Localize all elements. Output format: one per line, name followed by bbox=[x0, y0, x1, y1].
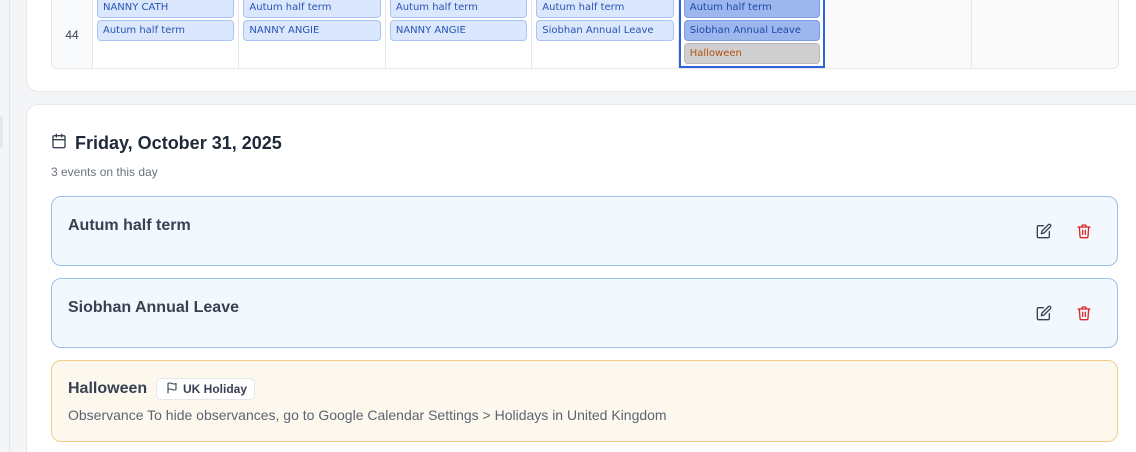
calendar-event-chip[interactable]: Siobhan Annual Leave bbox=[536, 20, 674, 41]
calendar-event-chip[interactable]: Autum half term bbox=[389, 0, 528, 18]
badge-label: UK Holiday bbox=[183, 382, 248, 396]
flag-icon bbox=[166, 381, 178, 397]
day-cell-mon[interactable]: NANNY CATH Autum half term bbox=[93, 0, 240, 68]
calendar-event-chip[interactable]: Autum half term bbox=[683, 0, 821, 18]
event-title: Autum half term bbox=[68, 217, 191, 234]
day-cell-sat[interactable] bbox=[825, 0, 972, 68]
event-description: Observance To hide observances, go to Go… bbox=[68, 407, 667, 423]
event-card[interactable]: Siobhan Annual Leave bbox=[51, 278, 1118, 348]
day-cell-wed[interactable]: Autum half term NANNY ANGIE bbox=[386, 0, 533, 68]
rail-handle[interactable] bbox=[0, 116, 3, 148]
day-cell-thu[interactable]: Autum half term Siobhan Annual Leave bbox=[532, 0, 679, 68]
edit-icon[interactable] bbox=[1035, 222, 1053, 240]
trash-icon[interactable] bbox=[1075, 304, 1093, 322]
calendar-event-chip[interactable]: NANNY ANGIE bbox=[243, 20, 381, 41]
left-rail bbox=[0, 0, 10, 452]
calendar-card: 44 NANNY CATH Autum half term Autum half… bbox=[26, 0, 1136, 92]
event-title: Siobhan Annual Leave bbox=[68, 299, 239, 316]
event-actions bbox=[1035, 304, 1093, 322]
day-title: Friday, October 31, 2025 bbox=[75, 133, 282, 153]
week-number: 44 bbox=[52, 0, 93, 68]
calendar-holiday-chip[interactable]: Halloween bbox=[683, 43, 821, 64]
event-title: Halloween bbox=[68, 380, 148, 397]
week-row: 44 NANNY CATH Autum half term Autum half… bbox=[51, 0, 1119, 69]
calendar-event-chip[interactable]: Autum half term bbox=[96, 20, 235, 41]
day-cell-sun[interactable] bbox=[971, 0, 1118, 68]
calendar-event-chip[interactable]: Siobhan Annual Leave bbox=[683, 20, 821, 41]
calendar-event-chip[interactable]: Autum half term bbox=[536, 0, 674, 18]
event-card[interactable]: Autum half term bbox=[51, 196, 1118, 266]
calendar-icon bbox=[51, 133, 67, 154]
calendar-event-chip[interactable]: NANNY CATH bbox=[96, 0, 235, 18]
holiday-event-card[interactable]: Halloween UK Holiday Observance To hide … bbox=[51, 360, 1118, 442]
event-actions bbox=[1035, 222, 1093, 240]
day-detail-card: Friday, October 31, 2025 3 events on thi… bbox=[26, 104, 1136, 452]
day-cell-tue[interactable]: Autum half term NANNY ANGIE bbox=[239, 0, 386, 68]
holiday-badge: UK Holiday bbox=[156, 378, 256, 400]
calendar-event-chip[interactable]: Autum half term bbox=[243, 0, 381, 18]
event-count: 3 events on this day bbox=[51, 165, 158, 179]
trash-icon[interactable] bbox=[1075, 222, 1093, 240]
edit-icon[interactable] bbox=[1035, 304, 1053, 322]
day-header: Friday, October 31, 2025 bbox=[51, 133, 282, 154]
day-cell-fri-selected[interactable]: Autum half term Siobhan Annual Leave Hal… bbox=[678, 0, 826, 68]
calendar-event-chip[interactable]: NANNY ANGIE bbox=[389, 20, 528, 41]
